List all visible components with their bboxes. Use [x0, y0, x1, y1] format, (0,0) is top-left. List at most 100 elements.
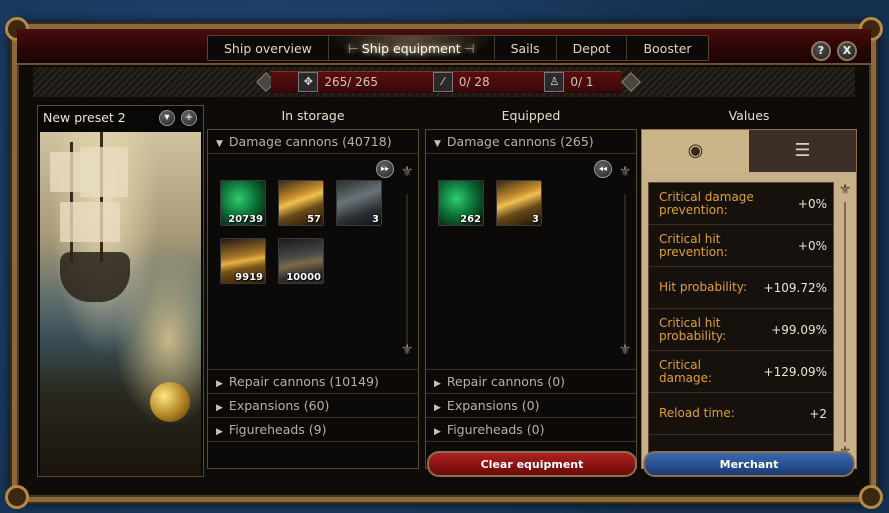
sail: [60, 202, 120, 242]
category-label: Expansions (0): [446, 398, 540, 413]
cannon-slots-icon: ✥: [298, 72, 319, 92]
value-amount: +0%: [797, 196, 827, 211]
collapsed-arrow-icon: ▶: [216, 403, 223, 413]
storage-category-damage-cannons[interactable]: ▼ Damage cannons (40718): [208, 130, 418, 154]
equipment-window: Ship overview ⊢ Ship equipment ⊣ Sails Dep…: [5, 17, 883, 509]
value-amount: +0%: [797, 238, 827, 253]
equipped-category-figureheads[interactable]: ▶ Figureheads (0): [426, 418, 636, 442]
ammo-value: 0/ 28: [458, 75, 490, 89]
value-label: Critical damage prevention:: [659, 189, 754, 217]
preset-dropdown-button[interactable]: ▾: [159, 110, 175, 126]
eye-icon[interactable]: ◉: [642, 130, 749, 172]
value-row: Critical damage prevention: +0%: [649, 183, 833, 225]
value-label: Reload time:: [659, 406, 735, 420]
close-button[interactable]: X: [837, 41, 857, 61]
storage-column-header: In storage: [281, 108, 345, 123]
category-label: Figureheads (0): [446, 422, 545, 437]
value-row: Critical damage: +129.09%: [649, 351, 833, 393]
resource-counters: ✥ 265/ 265 ⁄ 0/ 28 ♙ 0/ 1: [271, 71, 621, 93]
collapsed-arrow-icon: ▶: [434, 379, 441, 389]
storage-item-grid: ▸▸ ⚜ ⚜ 20739 57 3 9919 10000: [208, 154, 418, 370]
frame-corner-ornament: [5, 485, 29, 509]
item-slot[interactable]: 9919: [220, 238, 266, 284]
item-count: 3: [532, 214, 539, 225]
expanded-arrow-icon: ▼: [216, 139, 223, 149]
storage-category-repair-cannons[interactable]: ▶ Repair cannons (10149): [208, 370, 418, 394]
resource-bar: ✥ 265/ 265 ⁄ 0/ 28 ♙ 0/ 1: [33, 67, 855, 97]
equipped-category-repair-cannons[interactable]: ▶ Repair cannons (0): [426, 370, 636, 394]
diamond-ornament-icon: [621, 72, 641, 92]
values-panel: ◉ ☰ Critical damage prevention: +0% Criti…: [641, 129, 857, 469]
scroll-up-icon[interactable]: ⚜: [618, 164, 632, 184]
item-slot[interactable]: 3: [496, 180, 542, 226]
values-list: Critical damage prevention: +0% Critical …: [648, 182, 834, 464]
ship-hull: [60, 252, 130, 302]
move-all-right-icon[interactable]: ▸▸: [376, 160, 394, 178]
frame-corner-ornament: [859, 485, 883, 509]
value-row: Reload time: +2: [649, 393, 833, 435]
item-count: 20739: [228, 214, 263, 225]
item-slot[interactable]: 57: [278, 180, 324, 226]
equipped-column-header: Equipped: [501, 108, 561, 123]
item-slot[interactable]: 262: [438, 180, 484, 226]
values-scroll-track[interactable]: [844, 202, 846, 442]
item-slot[interactable]: 10000: [278, 238, 324, 284]
equipped-category-damage-cannons[interactable]: ▼ Damage cannons (265): [426, 130, 636, 154]
category-label: Damage cannons (265): [446, 134, 594, 149]
item-count: 3: [372, 214, 379, 225]
move-all-left-icon[interactable]: ◂◂: [594, 160, 612, 178]
item-slot[interactable]: 20739: [220, 180, 266, 226]
item-count: 262: [460, 214, 481, 225]
active-tab-marker: ⊢: [347, 41, 359, 56]
storage-scrollbar[interactable]: [406, 194, 408, 354]
collapsed-arrow-icon: ▶: [434, 403, 441, 413]
storage-panel: ▼ Damage cannons (40718) ▸▸ ⚜ ⚜ 20739 57 …: [207, 129, 419, 469]
value-row: Critical hit probability: +99.09%: [649, 309, 833, 351]
storage-category-expansions[interactable]: ▶ Expansions (60): [208, 394, 418, 418]
equipped-category-expansions[interactable]: ▶ Expansions (0): [426, 394, 636, 418]
tab-booster[interactable]: Booster: [627, 36, 707, 60]
tab-ship-overview[interactable]: Ship overview: [208, 36, 329, 60]
figurehead-counter: ♙ 0/ 1: [544, 72, 594, 92]
equipped-scrollbar[interactable]: [624, 194, 626, 354]
value-label: Critical damage:: [659, 357, 713, 385]
top-nav-bar: Ship overview ⊢ Ship equipment ⊣ Sails Dep…: [17, 29, 871, 65]
values-scrollbar[interactable]: ⚜ ⚜: [836, 182, 854, 464]
preset-name: New preset 2: [43, 110, 126, 125]
category-label: Figureheads (9): [228, 422, 327, 437]
cannon-slots-value: 265/ 265: [324, 75, 379, 89]
item-count: 10000: [286, 272, 321, 283]
value-amount: +99.09%: [771, 322, 827, 337]
expanded-arrow-icon: ▼: [434, 139, 441, 149]
preset-panel: New preset 2 ▾ +: [37, 105, 204, 477]
help-button[interactable]: ?: [811, 41, 831, 61]
clear-equipment-button[interactable]: Clear equipment: [427, 451, 637, 477]
item-slot[interactable]: 3: [336, 180, 382, 226]
merchant-button[interactable]: Merchant: [643, 451, 855, 477]
brass-ornament: [150, 382, 190, 422]
value-label: Critical hit prevention:: [659, 231, 728, 259]
active-tab-marker: ⊣: [463, 41, 475, 56]
ammo-icon: ⁄: [432, 72, 453, 92]
tab-depot[interactable]: Depot: [557, 36, 628, 60]
scroll-down-icon[interactable]: ⚜: [400, 342, 414, 362]
ammo-counter: ⁄ 0/ 28: [432, 72, 490, 92]
value-row: Hit probability: +109.72%: [649, 267, 833, 309]
values-column-header: Values: [728, 108, 770, 123]
scroll-up-icon[interactable]: ⚜: [838, 182, 852, 202]
cannon-slots-counter: ✥ 265/ 265: [298, 72, 378, 92]
add-preset-button[interactable]: +: [181, 110, 197, 126]
category-label: Repair cannons (10149): [228, 374, 379, 389]
storage-category-figureheads[interactable]: ▶ Figureheads (9): [208, 418, 418, 442]
sail: [80, 147, 128, 197]
value-row: Critical hit prevention: +0%: [649, 225, 833, 267]
tab-sails[interactable]: Sails: [495, 36, 557, 60]
collapsed-arrow-icon: ▶: [216, 379, 223, 389]
tab-ship-equipment[interactable]: ⊢ Ship equipment ⊣: [328, 36, 495, 60]
scroll-up-icon[interactable]: ⚜: [400, 164, 414, 184]
equipped-panel: ▼ Damage cannons (265) ◂◂ ⚜ ⚜ 262 3 ▶ Repa…: [425, 129, 637, 469]
list-icon[interactable]: ☰: [749, 130, 856, 172]
value-label: Hit probability:: [659, 280, 748, 294]
preset-header: New preset 2 ▾ +: [38, 106, 203, 130]
scroll-down-icon[interactable]: ⚜: [618, 342, 632, 362]
